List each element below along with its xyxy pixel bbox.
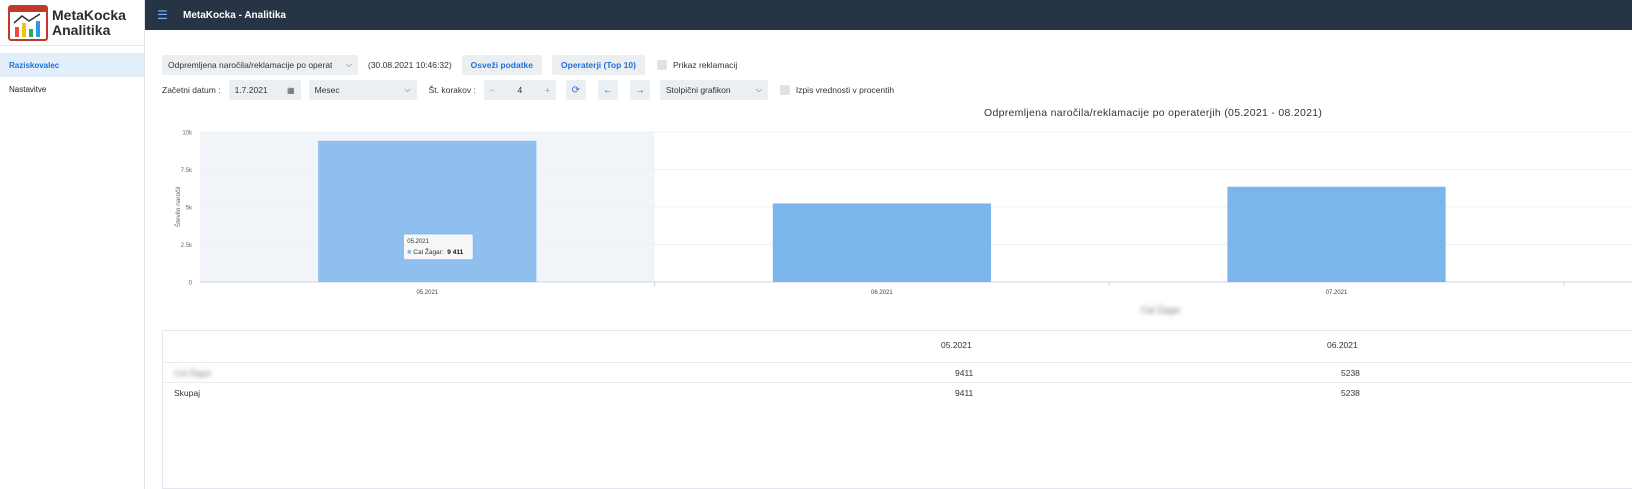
- arrow-left-icon: ←: [602, 84, 613, 96]
- sidebar: MetaKocka Analitika Raziskovalec Nastavi…: [0, 0, 145, 489]
- top-bar: ☰ MetaKocka - Analitika: [145, 0, 1632, 30]
- period-select-value: Mesec: [314, 85, 340, 95]
- chart-type-select[interactable]: Stolpični grafikon ⌵: [659, 80, 768, 100]
- table-header-row: 05.2021 06.2021: [163, 335, 1632, 355]
- previous-button[interactable]: ←: [597, 80, 618, 100]
- tooltip-box: [402, 233, 474, 261]
- table-header: 06.2021: [1327, 340, 1358, 350]
- show-claims-label: Prikaz reklamacij: [672, 60, 738, 70]
- tooltip-value: 9 411: [447, 249, 463, 256]
- steps-label: Št. korakov :: [428, 85, 476, 95]
- toolbar-row-1: Odpremljena naročila/reklamacije po oper…: [162, 55, 737, 75]
- checkbox-box: [656, 60, 667, 70]
- x-tick-label: 06.2021: [871, 290, 893, 295]
- table-cell: 9411: [955, 387, 974, 398]
- chart-svg: 0 2.5k 5k 7.5k 10k Število naročil 05.2021 06.2…: [173, 131, 1632, 296]
- logo[interactable]: MetaKocka Analitika: [0, 0, 144, 46]
- chart-legend[interactable]: Cal Žagar: [1141, 305, 1181, 315]
- y-tick-label: 2.5k: [181, 243, 193, 249]
- percent-label: Izpis vrednosti v procentih: [795, 85, 895, 95]
- data-timestamp: (30.08.2021 10:46:32): [368, 60, 452, 70]
- bar-chart: 0 2.5k 5k 7.5k 10k Število naročil 05.2021 06.2…: [170, 125, 1632, 296]
- arrow-right-icon: →: [634, 84, 645, 96]
- y-tick-label: 0: [189, 281, 193, 287]
- reload-button[interactable]: ⟳: [565, 80, 586, 100]
- calendar-icon[interactable]: ▦: [287, 86, 295, 95]
- bar: [772, 203, 992, 282]
- row-label: Cal Žagar: [174, 367, 212, 378]
- operators-button[interactable]: Operaterji (Top 10): [552, 55, 645, 75]
- toolbar-row-2: Začetni datum : 1.7.2021 ▦ Mesec ⌵ Št. k…: [162, 80, 894, 100]
- x-tick-label: 07.2021: [1326, 290, 1348, 295]
- period-select[interactable]: Mesec ⌵: [308, 80, 417, 100]
- y-tick-label: 7.5k: [181, 168, 193, 174]
- checkbox-box: [779, 85, 790, 95]
- tooltip-series-dot: [407, 250, 412, 254]
- sidebar-item-label: Nastavitve: [9, 84, 47, 94]
- table-row: Skupaj 9411 5238: [163, 382, 1632, 402]
- table-cell: 5238: [1341, 387, 1360, 398]
- bar: [318, 140, 537, 282]
- refresh-button-label: Osveži podatke: [470, 60, 534, 70]
- x-tick-label: 05.2021: [416, 290, 438, 295]
- y-tick-label: 10k: [182, 131, 193, 137]
- report-select-value: Odpremljena naročila/reklamacije po oper…: [168, 60, 333, 70]
- operators-button-label: Operaterji (Top 10): [561, 60, 636, 70]
- y-axis-label: Število naročil: [173, 186, 182, 227]
- refresh-icon: ⟳: [571, 84, 581, 96]
- sidebar-item-nastavitve[interactable]: Nastavitve: [0, 77, 144, 101]
- menu-icon[interactable]: ☰: [157, 8, 177, 22]
- table-cell: 9411: [955, 367, 974, 378]
- y-tick-label: 5k: [186, 206, 193, 212]
- legend-entry: Cal Žagar: [1141, 305, 1181, 315]
- start-date-value: 1.7.2021: [234, 85, 268, 95]
- logo-chart-icon: [8, 4, 48, 41]
- percent-checkbox[interactable]: Izpis vrednosti v procentih: [779, 85, 895, 95]
- tooltip-series: Cal Žagar:: [413, 247, 444, 256]
- table-header: 05.2021: [941, 340, 972, 350]
- table-cell: 5238: [1341, 367, 1360, 378]
- logo-line2: Analitika: [52, 21, 111, 38]
- chart-type-value: Stolpični grafikon: [665, 85, 731, 95]
- chevron-down-icon: ⌵: [755, 85, 762, 94]
- start-date-label: Začetni datum :: [162, 85, 221, 95]
- next-button[interactable]: →: [629, 80, 650, 100]
- table-row: Cal Žagar 9411 5238: [163, 362, 1632, 382]
- plus-icon[interactable]: +: [545, 85, 550, 95]
- tooltip-category: 05.2021: [407, 239, 429, 245]
- sidebar-item-label: Raziskovalec: [9, 60, 60, 70]
- steps-stepper[interactable]: − 4 +: [483, 80, 556, 100]
- start-date-input[interactable]: 1.7.2021 ▦: [228, 80, 301, 100]
- steps-value: 4: [517, 85, 523, 95]
- chevron-down-icon: ⌵: [345, 60, 352, 69]
- refresh-button[interactable]: Osveži podatke: [461, 55, 543, 75]
- logo-line1: MetaKocka: [52, 6, 126, 23]
- sidebar-item-raziskovalec[interactable]: Raziskovalec: [0, 53, 144, 77]
- data-table: 05.2021 06.2021 Cal Žagar 9411 5238 Skup…: [162, 330, 1632, 489]
- chevron-down-icon: ⌵: [404, 85, 411, 94]
- chart-title: Odpremljena naročila/reklamacije po oper…: [984, 107, 1323, 119]
- report-select[interactable]: Odpremljena naročila/reklamacije po oper…: [162, 55, 358, 75]
- minus-icon[interactable]: −: [490, 85, 495, 95]
- bar: [1227, 186, 1446, 282]
- logo-text: MetaKocka Analitika: [52, 6, 126, 38]
- page-title: MetaKocka - Analitika: [183, 9, 286, 21]
- show-claims-checkbox[interactable]: Prikaz reklamacij: [656, 60, 738, 70]
- row-label: Skupaj: [174, 387, 200, 398]
